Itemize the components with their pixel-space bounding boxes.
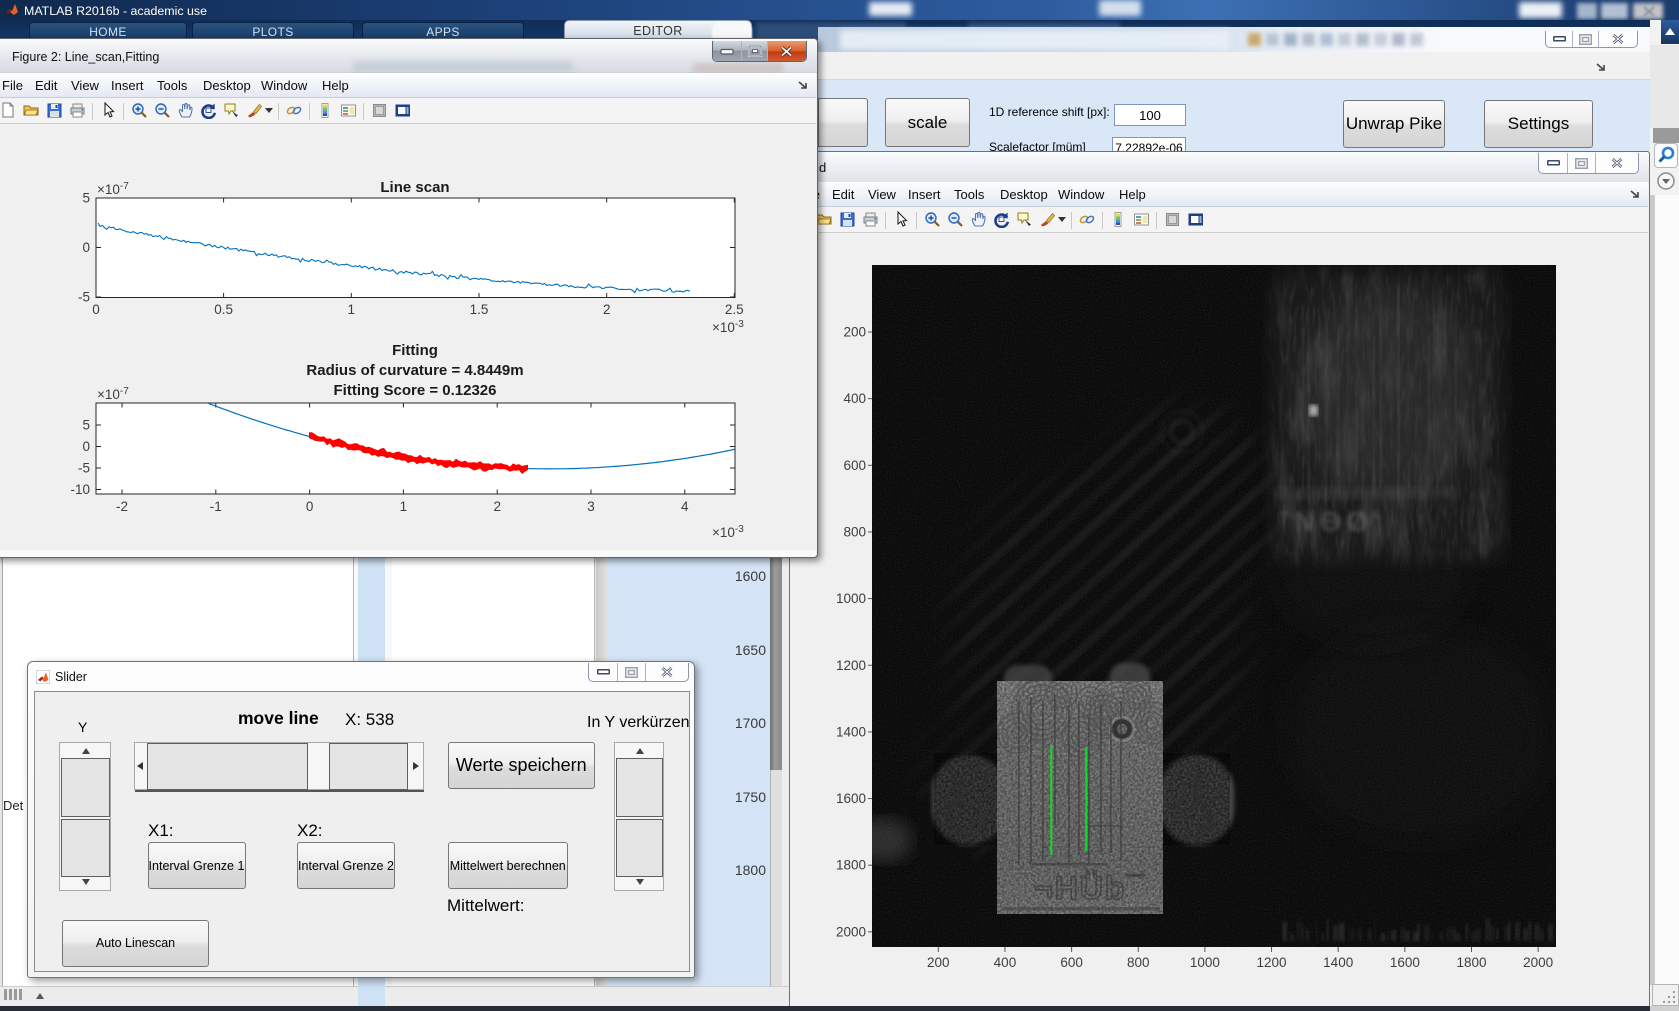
- svg-text:1400: 1400: [1323, 955, 1353, 970]
- svg-text:1.5: 1.5: [470, 302, 489, 317]
- svg-text:200: 200: [927, 955, 950, 970]
- svg-text:0: 0: [306, 499, 314, 514]
- svg-text:5: 5: [82, 191, 90, 206]
- svg-text:1000: 1000: [836, 591, 866, 606]
- svg-text:0: 0: [92, 302, 100, 317]
- svg-text:-10: -10: [70, 482, 90, 497]
- svg-text:×10-7: ×10-7: [97, 181, 129, 197]
- svg-text:1: 1: [400, 499, 408, 514]
- svg-text:800: 800: [843, 524, 866, 539]
- svg-text:2: 2: [493, 499, 501, 514]
- svg-text:0.5: 0.5: [214, 302, 233, 317]
- svg-text:1200: 1200: [1257, 955, 1287, 970]
- svg-text:1600: 1600: [836, 791, 866, 806]
- svg-text:-1: -1: [210, 499, 222, 514]
- svg-text:-5: -5: [78, 290, 90, 305]
- svg-text:200: 200: [843, 325, 866, 340]
- svg-text:4: 4: [681, 499, 689, 514]
- svg-text:2000: 2000: [836, 924, 866, 939]
- svg-text:1200: 1200: [836, 658, 866, 673]
- svg-text:×10-3: ×10-3: [712, 524, 744, 540]
- svg-text:×10-7: ×10-7: [97, 386, 129, 402]
- svg-text:3: 3: [587, 499, 595, 514]
- svg-text:Fitting: Fitting: [392, 342, 438, 359]
- svg-text:¬HÜb¯: ¬HÜb¯: [1034, 870, 1146, 906]
- svg-text:1800: 1800: [1456, 955, 1486, 970]
- svg-text:400: 400: [843, 391, 866, 406]
- svg-text:×10-3: ×10-3: [712, 319, 744, 335]
- svg-text:600: 600: [1060, 955, 1083, 970]
- svg-text:1600: 1600: [1390, 955, 1420, 970]
- svg-text:0: 0: [82, 240, 90, 255]
- svg-text:2.5: 2.5: [725, 302, 744, 317]
- svg-text:800: 800: [1127, 955, 1150, 970]
- svg-text:Line scan: Line scan: [380, 179, 449, 196]
- svg-text:-2: -2: [116, 499, 128, 514]
- svg-text:1000: 1000: [1190, 955, 1220, 970]
- svg-text:2: 2: [603, 302, 611, 317]
- svg-text:Radius of curvature = 4.8449m: Radius of curvature = 4.8449m: [306, 362, 523, 379]
- svg-text:5: 5: [82, 418, 90, 433]
- svg-text:1: 1: [348, 302, 356, 317]
- svg-text:Fitting Score = 0.12326: Fitting Score = 0.12326: [334, 382, 497, 399]
- svg-text:400: 400: [994, 955, 1017, 970]
- svg-text:1800: 1800: [836, 858, 866, 873]
- svg-text:2000: 2000: [1523, 955, 1553, 970]
- svg-text:1400: 1400: [836, 724, 866, 739]
- svg-text:-5: -5: [78, 461, 90, 476]
- svg-text:0: 0: [82, 439, 90, 454]
- svg-text:600: 600: [843, 458, 866, 473]
